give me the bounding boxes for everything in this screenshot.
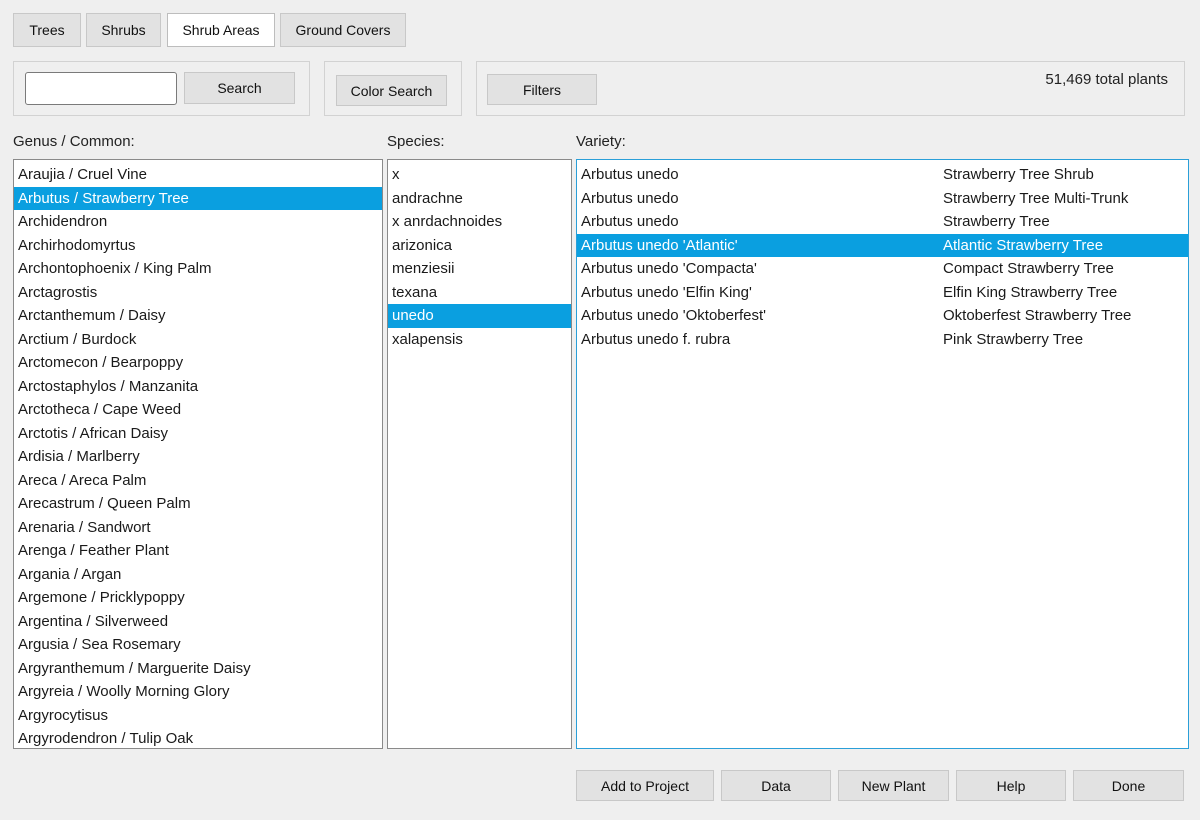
species-list-item[interactable]: x (388, 163, 571, 187)
variety-list-item[interactable]: Arbutus unedo 'Compacta' Compact Strawber… (577, 257, 1188, 281)
add-to-project-button[interactable]: Add to Project (576, 770, 714, 801)
genus-label: Genus / Common: (13, 133, 135, 150)
species-list-item[interactable]: x anrdachnoides (388, 210, 571, 234)
data-button[interactable]: Data (721, 770, 831, 801)
variety-common-name: Strawberry Tree (943, 213, 1050, 230)
variety-list-item[interactable]: Arbutus unedo 'Elfin King' Elfin King Str… (577, 281, 1188, 305)
genus-list-item[interactable]: Argyranthemum / Marguerite Daisy (14, 657, 382, 681)
genus-list-item[interactable]: Arctotheca / Cape Weed (14, 398, 382, 422)
color-search-button[interactable]: Color Search (336, 75, 447, 106)
variety-common-name: Compact Strawberry Tree (943, 260, 1114, 277)
genus-list-item[interactable]: Argania / Argan (14, 563, 382, 587)
variety-list-item[interactable]: Arbutus unedo Strawberry Tree Shrub (577, 163, 1188, 187)
variety-list-item[interactable]: Arbutus unedo 'Oktoberfest' Oktoberfest S… (577, 304, 1188, 328)
variety-common-name: Elfin King Strawberry Tree (943, 283, 1118, 301)
total-plants-count: 51,469 total plants (1045, 71, 1168, 88)
genus-list-item[interactable]: Arenaria / Sandwort (14, 516, 382, 540)
genus-list-item[interactable]: Areca / Areca Palm (14, 469, 382, 493)
help-button[interactable]: Help (956, 770, 1066, 801)
genus-list-item-selected[interactable]: Arbutus / Strawberry Tree (14, 186, 382, 210)
done-button[interactable]: Done (1073, 770, 1184, 801)
tab-trees[interactable]: Trees (13, 13, 81, 47)
variety-common-name: Atlantic Strawberry Tree (943, 236, 1104, 254)
genus-list-item[interactable]: Araujia / Cruel Vine (14, 163, 382, 187)
genus-list-item[interactable]: Argentina / Silverweed (14, 610, 382, 634)
variety-botanical-name: Arbutus unedo 'Compacta' (581, 260, 757, 277)
species-label: Species: (387, 133, 445, 150)
genus-list-item[interactable]: Argyreia / Woolly Morning Glory (14, 680, 382, 704)
tab-shrubs[interactable]: Shrubs (86, 13, 161, 47)
genus-list[interactable]: Araujia / Cruel Vine Arbutus / Strawberry… (13, 159, 383, 749)
variety-list-item[interactable]: Arbutus unedo Strawberry Tree (577, 210, 1188, 234)
variety-common-name: Oktoberfest Strawberry Tree (943, 307, 1132, 324)
variety-botanical-name: Arbutus unedo 'Oktoberfest' (581, 307, 767, 324)
genus-list-item[interactable]: Archirhodomyrtus (14, 234, 382, 258)
filters-button[interactable]: Filters (487, 74, 597, 105)
variety-list-item[interactable]: Arbutus unedo Strawberry Tree Multi-Trunk (577, 187, 1188, 211)
genus-list-item[interactable]: Arctostaphylos / Manzanita (14, 375, 382, 399)
genus-list-item[interactable]: Arctium / Burdock (14, 328, 382, 352)
variety-common-name: Pink Strawberry Tree (943, 330, 1084, 348)
genus-list-item[interactable]: Arenga / Feather Plant (14, 539, 382, 563)
variety-botanical-name: Arbutus unedo (581, 189, 679, 207)
tab-ground-covers[interactable]: Ground Covers (280, 13, 406, 47)
species-list-item[interactable]: xalapensis (388, 328, 571, 352)
species-list-item-selected[interactable]: unedo (388, 304, 571, 328)
genus-list-item[interactable]: Archidendron (14, 210, 382, 234)
variety-label: Variety: (576, 133, 626, 150)
variety-list[interactable]: Arbutus unedo Strawberry Tree Shrub Arbutu… (576, 159, 1189, 749)
variety-botanical-name: Arbutus unedo (581, 213, 679, 230)
genus-list-item[interactable]: Ardisia / Marlberry (14, 445, 382, 469)
variety-botanical-name: Arbutus unedo (581, 166, 679, 183)
variety-common-name: Strawberry Tree Multi-Trunk (943, 189, 1129, 207)
tab-shrub-areas[interactable]: Shrub Areas (167, 13, 275, 47)
variety-botanical-name: Arbutus unedo 'Atlantic' (581, 236, 738, 254)
search-input[interactable] (25, 72, 177, 105)
species-list-item[interactable]: menziesii (388, 257, 571, 281)
species-list[interactable]: x andrachne x anrdachnoides arizonica menzie… (387, 159, 572, 749)
genus-list-item[interactable]: Arctanthemum / Daisy (14, 304, 382, 328)
variety-botanical-name: Arbutus unedo 'Elfin King' (581, 283, 752, 301)
genus-list-item[interactable]: Arecastrum / Queen Palm (14, 492, 382, 516)
genus-list-item[interactable]: Arctagrostis (14, 281, 382, 305)
new-plant-button[interactable]: New Plant (838, 770, 949, 801)
species-list-item[interactable]: arizonica (388, 234, 571, 258)
variety-list-item[interactable]: Arbutus unedo f. rubra Pink Strawberry Tr… (577, 328, 1188, 352)
genus-list-item[interactable]: Arctomecon / Bearpoppy (14, 351, 382, 375)
genus-list-item[interactable]: Argusia / Sea Rosemary (14, 633, 382, 657)
genus-list-item[interactable]: Argyrodendron / Tulip Oak (14, 727, 382, 748)
genus-list-item[interactable]: Archontophoenix / King Palm (14, 257, 382, 281)
genus-list-item[interactable]: Argemone / Pricklypoppy (14, 586, 382, 610)
genus-list-item[interactable]: Argyrocytisus (14, 704, 382, 728)
variety-botanical-name: Arbutus unedo f. rubra (581, 330, 731, 348)
variety-list-item-selected[interactable]: Arbutus unedo 'Atlantic' Atlantic Strawbe… (577, 233, 1188, 257)
search-button[interactable]: Search (184, 72, 295, 104)
genus-list-item[interactable]: Arctotis / African Daisy (14, 422, 382, 446)
variety-common-name: Strawberry Tree Shrub (943, 166, 1094, 183)
species-list-item[interactable]: andrachne (388, 187, 571, 211)
species-list-item[interactable]: texana (388, 281, 571, 305)
